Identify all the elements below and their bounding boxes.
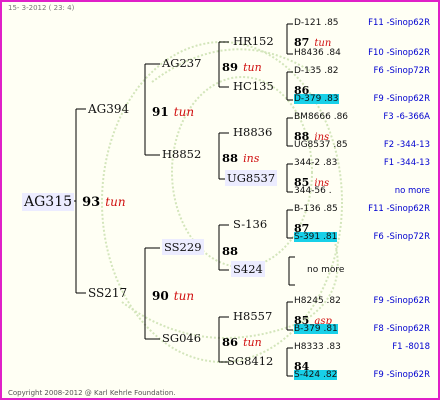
gen4-name-6[interactable]: S424 (231, 261, 265, 277)
gen5-2-top[interactable]: D-135 .82 (294, 67, 339, 76)
gen3-score-3: 88 (222, 244, 239, 258)
gen5-6-nomore: no more (307, 265, 345, 275)
gen5-2-bot[interactable]: D-379 .83 (294, 94, 339, 104)
gen5-4-top[interactable]: 344-2 .83 (294, 159, 337, 168)
gen5-2-ref-top: F6 -Sinop72R (373, 66, 430, 76)
gen5-7-top[interactable]: H8245 .82 (294, 297, 341, 306)
gen1-suffix: tun (105, 195, 126, 209)
gen5-8-ref-bot: F9 -Sinop62R (373, 370, 430, 380)
gen4-name-3[interactable]: H8836 (233, 126, 272, 139)
gen2-name-1[interactable]: AG394 (88, 103, 129, 115)
timestamp-header: 15- 3-2012 ( 23: 4) (8, 4, 75, 12)
gen5-3-ref-bot: F2 -344-13 (383, 140, 430, 150)
gen3-name-1[interactable]: AG237 (162, 57, 201, 70)
gen5-2-ref-bot: F9 -Sinop62R (373, 94, 430, 104)
gen4-name-1[interactable]: HR152 (233, 35, 274, 48)
gen5-3-ref-top: F3 -6-366A (383, 112, 430, 122)
gen3-name-4[interactable]: SG046 (162, 332, 201, 345)
gen5-1-ref-top: F11 -Sinop62R (368, 18, 430, 28)
copyright-footer: Copyright 2008-2012 @ Karl Kehrle Founda… (8, 389, 176, 397)
gen5-7-bot[interactable]: B-379 .81 (294, 324, 338, 334)
gen1-dash: - (67, 192, 72, 207)
gen5-1-score: 87 tun (294, 36, 332, 49)
gen5-4-ref-top: F1 -344-13 (383, 158, 430, 168)
gen4-name-7[interactable]: H8557 (233, 310, 272, 323)
gen3-name-3[interactable]: SS229 (162, 239, 204, 255)
gen2-score-2: 90 tun (152, 289, 195, 303)
gen5-8-ref-top: F1 -8018 (392, 342, 430, 352)
gen1-node[interactable]: AG315 93 tun (22, 193, 126, 211)
gen3-score-1: 89 tun (222, 60, 262, 74)
gen5-7-ref-bot: F8 -Sinop62R (373, 324, 430, 334)
gen5-1-bot[interactable]: H8436 .84 (294, 49, 341, 58)
gen5-7-ref-top: F9 -Sinop62R (373, 296, 430, 306)
gen5-1-top[interactable]: D-121 .85 (294, 19, 339, 28)
gen4-name-5[interactable]: S-136 (233, 218, 267, 231)
gen2-name-2[interactable]: SS217 (88, 287, 127, 299)
gen5-4-bot[interactable]: 344-56 . (294, 187, 332, 196)
gen4-name-8[interactable]: SG8412 (227, 355, 273, 368)
gen5-1-ref-bot: F10 -Sinop62R (368, 48, 430, 58)
gen1-num: 93 (82, 195, 101, 210)
gen3-score-4: 86 tun (222, 335, 262, 349)
gen5-5-top[interactable]: B-136 .85 (294, 205, 338, 214)
gen3-name-2[interactable]: H8852 (162, 148, 201, 161)
gen2-score-1: 91 tun (152, 105, 195, 119)
gen5-8-top[interactable]: H8333 .83 (294, 343, 341, 352)
gen5-5-bot[interactable]: S-391 .81 (294, 232, 338, 242)
gen5-5-ref-top: F11 -Sinop62R (368, 204, 430, 214)
gen5-3-top[interactable]: BM8666 .86 (294, 113, 348, 122)
gen5-5-ref-bot: F6 -Sinop72R (373, 232, 430, 242)
gen5-3-bot[interactable]: UG8537 .85 (294, 141, 348, 150)
gen3-score-2: 88 ins (222, 151, 260, 165)
gen4-name-4[interactable]: UG8537 (225, 170, 278, 186)
gen5-8-bot[interactable]: S-424 .82 (294, 370, 338, 380)
pedigree-frame: 15- 3-2012 ( 23: 4) AG315 93 tun - AG394… (0, 0, 440, 400)
gen5-4-ref-bot: no more (394, 186, 430, 196)
gen4-name-2[interactable]: HC135 (233, 80, 274, 93)
